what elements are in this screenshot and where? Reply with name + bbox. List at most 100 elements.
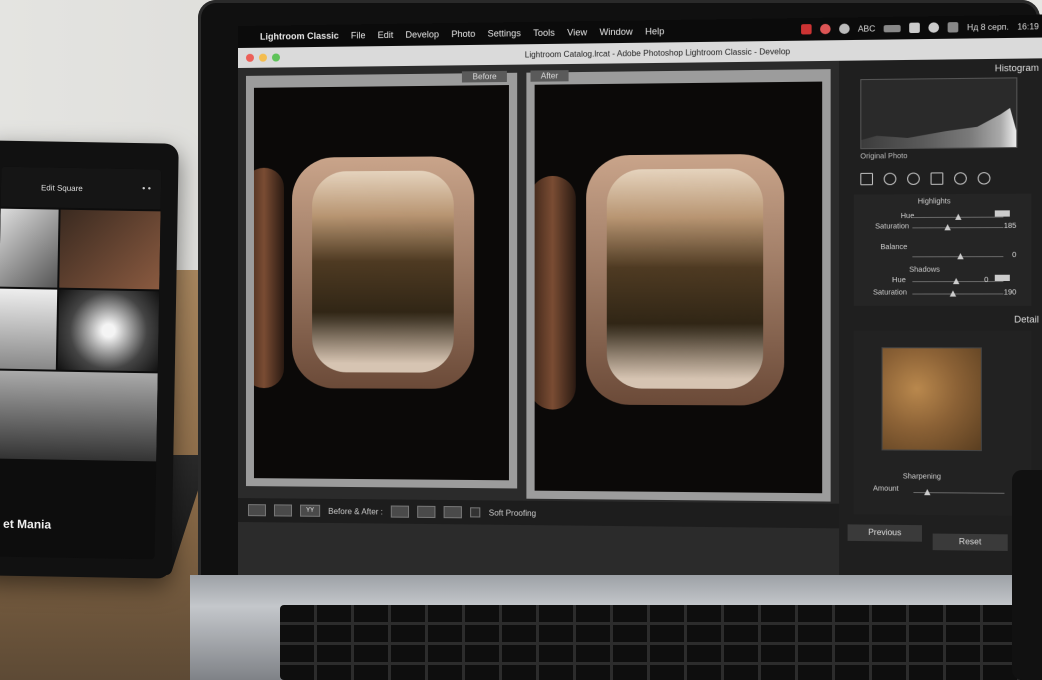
seat-shape [253,167,284,389]
adjustment-brush-icon[interactable] [977,172,991,185]
wifi-icon[interactable] [909,22,921,34]
reference-view-button[interactable] [273,504,293,517]
menu-file[interactable]: File [351,30,366,40]
shadows-saturation-value[interactable]: 190 [1004,289,1017,296]
shadows-hue-value[interactable]: 0 [984,277,988,284]
balance-label: Balance [880,243,908,252]
menu-tools[interactable]: Tools [533,28,555,38]
laptop: Lightroom Classic File Edit Develop Phot… [190,0,1042,680]
after-photo [534,81,823,494]
menu-settings[interactable]: Settings [488,28,521,39]
reset-button[interactable]: Reset [932,533,1008,551]
crop-icon[interactable] [860,172,874,186]
before-view[interactable]: Before [245,70,518,489]
menubar-date[interactable]: Нд 8 серп. [967,22,1009,32]
highlights-saturation-value[interactable]: 185 [1004,223,1017,230]
status-area: ABC Нд 8 серп. 16:19 [800,15,1039,41]
airplane-window-view [606,168,764,390]
control-center-icon[interactable] [947,22,959,33]
tablet-photo-grid [0,208,161,462]
histogram-graph [861,106,1016,148]
zoom-window-icon[interactable] [271,53,280,62]
menu-app-name[interactable]: Lightroom Classic [260,31,339,42]
loupe-view-button[interactable] [247,504,266,517]
shadows-hue-label: Hue [892,276,906,285]
slider-knob[interactable] [924,488,931,496]
menu-develop[interactable]: Develop [406,29,440,40]
search-icon[interactable] [928,22,940,33]
red-eye-icon[interactable] [907,172,920,186]
tablet-screen: Edit Square • • et Mania [0,166,162,560]
foreground-object [1012,470,1042,680]
after-view[interactable]: After [526,69,831,502]
menu-photo[interactable]: Photo [451,29,475,39]
menubar-time[interactable]: 16:19 [1017,21,1039,31]
highlights-color-swatch[interactable] [994,210,1010,217]
slider-knob[interactable] [957,253,964,260]
tablet-tile[interactable] [57,289,160,372]
seat-shape [534,175,576,410]
soft-proofing-label: Soft Proofing [488,507,537,518]
before-after-view-button[interactable]: YY [300,504,321,517]
slider-knob[interactable] [955,213,962,220]
slider-knob[interactable] [952,277,960,285]
soft-proofing-checkbox[interactable] [470,507,481,518]
after-label: After [530,70,569,82]
balance-value[interactable]: 0 [1012,252,1016,259]
split-toning-section: Highlights Hue Saturation 185 Balance 0 … [853,193,1032,306]
copy-after-to-before-button[interactable] [417,505,436,519]
before-label: Before [462,70,507,83]
shadows-color-swatch[interactable] [994,274,1010,281]
original-photo-label[interactable]: Original Photo [860,153,907,161]
highlights-saturation-label: Saturation [875,223,910,231]
before-photo [253,85,509,481]
before-after-label: Before & After : [328,506,383,516]
graduated-filter-icon[interactable] [930,172,944,185]
spot-removal-icon[interactable] [883,172,897,186]
highlights-hue-slider[interactable] [912,213,1004,220]
shadows-hue-slider[interactable] [912,277,1004,285]
tablet-tile[interactable] [59,209,161,290]
menu-window[interactable]: Window [600,27,633,38]
highlights-saturation-slider[interactable] [912,224,1004,231]
tablet-tile[interactable] [0,288,58,370]
laptop-bezel: Lightroom Classic File Edit Develop Phot… [198,0,1042,603]
radial-filter-icon[interactable] [954,172,967,185]
detail-header[interactable]: Detail [1014,314,1039,324]
menu-view[interactable]: View [567,27,587,37]
slider-knob[interactable] [949,290,957,297]
previous-button[interactable]: Previous [847,524,922,542]
histogram[interactable] [860,77,1018,150]
bottom-toolbar: YY Before & After : Soft Proofing [238,498,845,529]
tablet-device: Edit Square • • et Mania [0,140,179,579]
status-app-icon[interactable] [800,24,812,35]
balance-slider[interactable] [912,253,1004,260]
status-app-icon[interactable] [819,23,831,35]
swap-before-after-button[interactable] [443,506,463,519]
shadows-saturation-slider[interactable] [912,290,1004,297]
shadows-saturation-label: Saturation [873,289,907,297]
tool-strip [860,169,1020,189]
tablet-caption: et Mania [3,516,52,532]
menu-help[interactable]: Help [645,26,664,36]
window-controls [245,53,280,62]
battery-icon[interactable] [883,24,901,32]
slider-knob[interactable] [944,224,951,231]
tablet-menu-icon[interactable]: • • [142,183,151,193]
tablet-tile[interactable] [0,370,158,462]
highlights-title: Highlights [917,198,951,206]
keyboard [280,605,1040,680]
detail-preview[interactable] [881,347,982,452]
tablet-header: Edit Square • • [0,166,162,210]
tablet-tile[interactable] [0,208,59,288]
amount-label: Amount [873,485,899,493]
keyboard-layout-label[interactable]: ABC [858,24,875,34]
sharpening-title: Sharpening [902,473,942,481]
develop-workspace: Before After YY Before & After: Soft Pr… [238,58,1042,603]
menu-edit[interactable]: Edit [378,30,394,40]
copy-before-to-after-button[interactable] [391,505,410,518]
record-icon[interactable] [838,23,850,35]
histogram-header[interactable]: Histogram [995,63,1039,74]
close-window-icon[interactable] [245,53,254,62]
minimize-window-icon[interactable] [258,53,267,62]
